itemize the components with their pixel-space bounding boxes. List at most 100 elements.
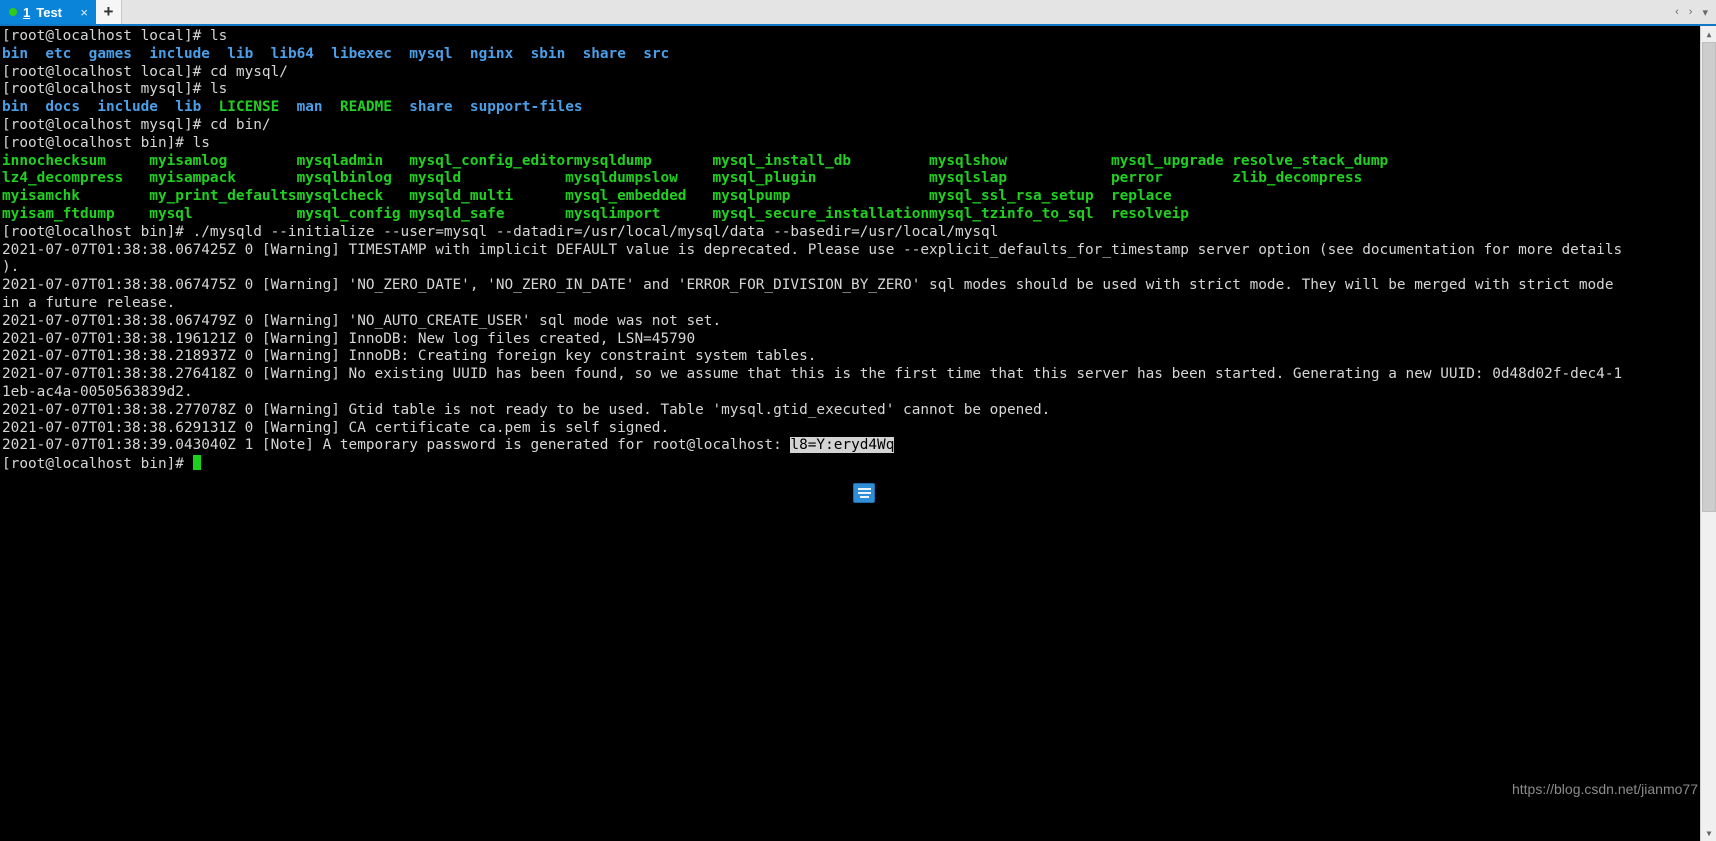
dir-entry: share xyxy=(409,99,453,116)
dir-entry: lib64 xyxy=(270,45,314,62)
terminal-log-line: 2021-07-07T01:38:38.067475Z 0 [Warning] … xyxy=(2,277,1700,295)
chevron-left-icon[interactable]: ‹ xyxy=(1675,6,1679,18)
terminal-ls-output: innochecksum myisamlog mysqladmin mysql_… xyxy=(2,153,1700,171)
terminal-log-line: 2021-07-07T01:38:38.067479Z 0 [Warning] … xyxy=(2,313,1700,331)
terminal-tab-1[interactable]: 1 Test × xyxy=(0,0,96,24)
dir-entry: docs xyxy=(45,99,80,116)
dir-entry: etc xyxy=(45,45,72,62)
terminal-ls-output: bin docs include lib LICENSE man README … xyxy=(2,99,1700,117)
vertical-scrollbar[interactable]: ▲ ▼ xyxy=(1700,26,1716,841)
scrollbar-thumb[interactable] xyxy=(1702,42,1716,512)
dir-entry: lib xyxy=(227,45,254,62)
shell-prompt: [root@localhost bin]# xyxy=(2,456,193,473)
terminal-log-line: in a future release. xyxy=(2,295,1700,313)
dir-entry: src xyxy=(643,45,670,62)
shell-prompt: [root@localhost mysql]# xyxy=(2,81,210,98)
log-text: 2021-07-07T01:38:38.277078Z 0 [Warning] … xyxy=(2,401,1051,418)
command-text: ls xyxy=(209,28,228,44)
terminal-command-line: [root@localhost mysql]# cd bin/ xyxy=(2,117,1700,135)
terminal-prompt-line: [root@localhost bin]# xyxy=(2,455,1700,474)
terminal-log-line: 2021-07-07T01:38:39.043040Z 1 [Note] A t… xyxy=(2,437,1700,455)
terminal-log-line: 2021-07-07T01:38:38.196121Z 0 [Warning] … xyxy=(2,331,1700,349)
scroll-down-icon[interactable]: ▼ xyxy=(1701,825,1716,841)
dir-entry: support-files xyxy=(469,99,583,116)
tab-title: Test xyxy=(36,4,62,20)
dir-entry: lib xyxy=(175,99,202,116)
log-text: ). xyxy=(2,259,20,276)
terminal-command-line: [root@localhost local]# ls xyxy=(2,28,1700,46)
command-text: ls xyxy=(209,81,228,98)
log-text: 2021-07-07T01:38:38.629131Z 0 [Warning] … xyxy=(2,419,670,436)
generated-password-selection[interactable]: l8=Y:eryd4Wq xyxy=(790,437,895,454)
dir-entry: nginx xyxy=(469,45,514,62)
chevron-right-icon[interactable]: › xyxy=(1689,6,1693,18)
tab-bar: 1 Test × + ‹ › ▾ xyxy=(0,0,1716,26)
terminal-ls-output: lz4_decompress myisampack mysqlbinlog my… xyxy=(2,170,1700,188)
chevron-down-icon[interactable]: ▾ xyxy=(1702,6,1708,19)
scroll-up-icon[interactable]: ▲ xyxy=(1701,26,1716,42)
shell-prompt: [root@localhost bin]# xyxy=(2,134,193,151)
terminal-output[interactable]: [root@localhost local]# ls bin etc games … xyxy=(0,26,1700,841)
connection-status-dot xyxy=(9,8,17,16)
copy-to-clipboard-icon[interactable] xyxy=(853,483,875,503)
terminal-ls-output: myisam_ftdump mysql mysql_config mysqld_… xyxy=(2,206,1700,224)
shell-prompt: [root@localhost mysql]# xyxy=(2,116,210,133)
terminal-log-line: 1eb-ac4a-0050563839d2. xyxy=(2,384,1700,402)
file-entry: LICENSE xyxy=(218,99,280,116)
log-text: 1eb-ac4a-0050563839d2. xyxy=(2,383,193,400)
log-text: 2021-07-07T01:38:38.276418Z 0 [Warning] … xyxy=(2,366,1623,383)
log-text: 2021-07-07T01:38:39.043040Z 1 [Note] A t… xyxy=(2,437,791,454)
close-icon[interactable]: × xyxy=(70,5,88,20)
watermark-text: https://blog.csdn.net/jianmo77 xyxy=(1511,781,1698,797)
dir-entry: mysql xyxy=(409,45,453,62)
tab-bar-empty-area xyxy=(122,0,1668,24)
terminal-command-line: [root@localhost bin]# ./mysqld --initial… xyxy=(2,224,1700,242)
command-text: cd bin/ xyxy=(209,116,271,133)
log-text: 2021-07-07T01:38:38.067475Z 0 [Warning] … xyxy=(2,277,1614,294)
dir-entry: sbin xyxy=(530,45,566,62)
terminal-log-line: ). xyxy=(2,259,1700,277)
file-entry: README xyxy=(339,99,392,116)
terminal-cursor xyxy=(192,455,202,471)
terminal-command-line: [root@localhost mysql]# ls xyxy=(2,81,1700,99)
shell-prompt: [root@localhost local]# xyxy=(2,63,210,80)
dir-entry: include xyxy=(149,45,210,62)
exec-entries: lz4_decompress myisampack mysqlbinlog my… xyxy=(2,170,1363,187)
command-text: ls xyxy=(192,134,210,151)
shell-prompt: [root@localhost local]# xyxy=(2,28,210,44)
tab-number: 1 xyxy=(23,4,31,20)
shell-prompt: [root@localhost bin]# xyxy=(2,223,193,240)
dir-entry: share xyxy=(582,45,626,62)
new-tab-button[interactable]: + xyxy=(96,0,122,24)
exec-entries: myisamchk my_print_defaultsmysqlcheck my… xyxy=(2,188,1172,205)
dir-entry: include xyxy=(97,99,158,116)
terminal-command-line: [root@localhost local]# cd mysql/ xyxy=(2,64,1700,82)
dir-entry: man xyxy=(296,99,323,116)
terminal-ls-output: bin etc games include lib lib64 libexec … xyxy=(2,46,1700,64)
terminal-log-line: 2021-07-07T01:38:38.276418Z 0 [Warning] … xyxy=(2,366,1700,384)
log-text: in a future release. xyxy=(2,294,176,311)
command-text: cd mysql/ xyxy=(209,63,288,80)
exec-entries: myisam_ftdump mysql mysql_config mysqld_… xyxy=(2,205,1189,222)
terminal-log-line: 2021-07-07T01:38:38.277078Z 0 [Warning] … xyxy=(2,402,1700,420)
log-text: 2021-07-07T01:38:38.196121Z 0 [Warning] … xyxy=(2,330,696,347)
terminal-ls-output: myisamchk my_print_defaultsmysqlcheck my… xyxy=(2,188,1700,206)
command-text: ./mysqld --initialize --user=mysql --dat… xyxy=(192,223,999,240)
